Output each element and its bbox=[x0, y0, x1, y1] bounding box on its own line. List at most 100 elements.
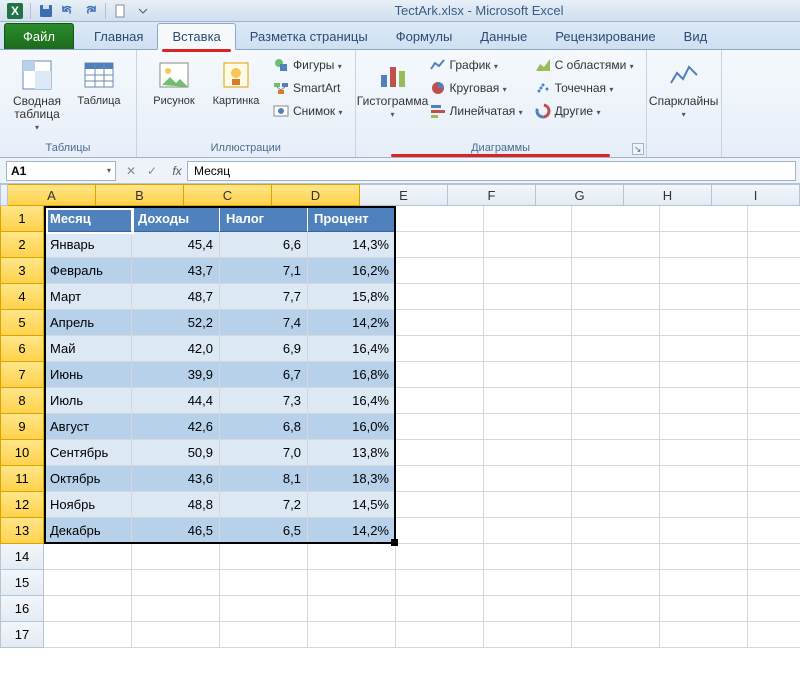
name-box[interactable]: A1 ▾ bbox=[6, 161, 116, 181]
row-header-9[interactable]: 9 bbox=[0, 414, 44, 440]
cell-E9[interactable] bbox=[396, 414, 484, 440]
column-header-F[interactable]: F bbox=[448, 184, 536, 206]
cancel-formula-icon[interactable]: ✕ bbox=[122, 162, 140, 180]
cell-H14[interactable] bbox=[660, 544, 748, 570]
cell-B14[interactable] bbox=[132, 544, 220, 570]
cell-G15[interactable] bbox=[572, 570, 660, 596]
cell-C14[interactable] bbox=[220, 544, 308, 570]
table-button[interactable]: Таблица bbox=[70, 54, 128, 124]
column-chart-button[interactable]: Гистограмма▾ bbox=[364, 54, 422, 124]
cell-I3[interactable] bbox=[748, 258, 800, 284]
cell-G8[interactable] bbox=[572, 388, 660, 414]
cell-C7[interactable]: 6,7 bbox=[220, 362, 308, 388]
cell-H9[interactable] bbox=[660, 414, 748, 440]
cell-D9[interactable]: 16,0% bbox=[308, 414, 396, 440]
cell-F11[interactable] bbox=[484, 466, 572, 492]
cell-C9[interactable]: 6,8 bbox=[220, 414, 308, 440]
enter-formula-icon[interactable]: ✓ bbox=[143, 162, 161, 180]
cell-A15[interactable] bbox=[44, 570, 132, 596]
cell-A1[interactable]: Месяц bbox=[44, 206, 132, 232]
cell-A2[interactable]: Январь bbox=[44, 232, 132, 258]
cell-F9[interactable] bbox=[484, 414, 572, 440]
cell-E16[interactable] bbox=[396, 596, 484, 622]
new-icon[interactable] bbox=[112, 2, 130, 20]
cell-D14[interactable] bbox=[308, 544, 396, 570]
cell-B3[interactable]: 43,7 bbox=[132, 258, 220, 284]
column-header-I[interactable]: I bbox=[712, 184, 800, 206]
row-header-16[interactable]: 16 bbox=[0, 596, 44, 622]
column-header-H[interactable]: H bbox=[624, 184, 712, 206]
row-header-13[interactable]: 13 bbox=[0, 518, 44, 544]
cell-H12[interactable] bbox=[660, 492, 748, 518]
name-box-dropdown-icon[interactable]: ▾ bbox=[107, 166, 111, 175]
cell-B8[interactable]: 44,4 bbox=[132, 388, 220, 414]
shapes-button[interactable]: Фигуры ▾ bbox=[269, 54, 347, 76]
charts-dialog-launcher[interactable]: ↘ bbox=[632, 143, 644, 155]
cell-D11[interactable]: 18,3% bbox=[308, 466, 396, 492]
cell-D10[interactable]: 13,8% bbox=[308, 440, 396, 466]
cell-F14[interactable] bbox=[484, 544, 572, 570]
row-header-11[interactable]: 11 bbox=[0, 466, 44, 492]
cell-B9[interactable]: 42,6 bbox=[132, 414, 220, 440]
cell-A8[interactable]: Июль bbox=[44, 388, 132, 414]
cell-H8[interactable] bbox=[660, 388, 748, 414]
cell-H13[interactable] bbox=[660, 518, 748, 544]
cell-D13[interactable]: 14,2% bbox=[308, 518, 396, 544]
cell-I10[interactable] bbox=[748, 440, 800, 466]
column-header-C[interactable]: C bbox=[184, 184, 272, 206]
column-header-G[interactable]: G bbox=[536, 184, 624, 206]
cell-I6[interactable] bbox=[748, 336, 800, 362]
cell-C11[interactable]: 8,1 bbox=[220, 466, 308, 492]
cell-F15[interactable] bbox=[484, 570, 572, 596]
cell-E10[interactable] bbox=[396, 440, 484, 466]
cell-I7[interactable] bbox=[748, 362, 800, 388]
cell-B4[interactable]: 48,7 bbox=[132, 284, 220, 310]
cell-G10[interactable] bbox=[572, 440, 660, 466]
cell-D1[interactable]: Процент bbox=[308, 206, 396, 232]
cell-C2[interactable]: 6,6 bbox=[220, 232, 308, 258]
cell-C6[interactable]: 6,9 bbox=[220, 336, 308, 362]
cell-E3[interactable] bbox=[396, 258, 484, 284]
smartart-button[interactable]: SmartArt bbox=[269, 77, 347, 99]
row-header-7[interactable]: 7 bbox=[0, 362, 44, 388]
cell-C13[interactable]: 6,5 bbox=[220, 518, 308, 544]
cell-E15[interactable] bbox=[396, 570, 484, 596]
cell-B15[interactable] bbox=[132, 570, 220, 596]
cell-F2[interactable] bbox=[484, 232, 572, 258]
cell-C10[interactable]: 7,0 bbox=[220, 440, 308, 466]
screenshot-button[interactable]: Снимок ▾ bbox=[269, 100, 347, 122]
cell-G16[interactable] bbox=[572, 596, 660, 622]
cell-I14[interactable] bbox=[748, 544, 800, 570]
cell-B2[interactable]: 45,4 bbox=[132, 232, 220, 258]
cell-F5[interactable] bbox=[484, 310, 572, 336]
cell-A11[interactable]: Октябрь bbox=[44, 466, 132, 492]
cell-E6[interactable] bbox=[396, 336, 484, 362]
cell-B17[interactable] bbox=[132, 622, 220, 648]
save-icon[interactable] bbox=[37, 2, 55, 20]
cell-F10[interactable] bbox=[484, 440, 572, 466]
cell-E11[interactable] bbox=[396, 466, 484, 492]
cell-A5[interactable]: Апрель bbox=[44, 310, 132, 336]
cell-B6[interactable]: 42,0 bbox=[132, 336, 220, 362]
formula-input[interactable]: Месяц bbox=[187, 161, 796, 181]
tab-insert[interactable]: Вставка bbox=[157, 23, 235, 50]
cell-I15[interactable] bbox=[748, 570, 800, 596]
cell-C4[interactable]: 7,7 bbox=[220, 284, 308, 310]
picture-button[interactable]: Рисунок bbox=[145, 54, 203, 124]
undo-icon[interactable] bbox=[59, 2, 77, 20]
cell-B11[interactable]: 43,6 bbox=[132, 466, 220, 492]
tab-data[interactable]: Данные bbox=[466, 24, 541, 49]
cell-A7[interactable]: Июнь bbox=[44, 362, 132, 388]
cell-A10[interactable]: Сентябрь bbox=[44, 440, 132, 466]
cell-A6[interactable]: Май bbox=[44, 336, 132, 362]
cell-I2[interactable] bbox=[748, 232, 800, 258]
tab-formulas[interactable]: Формулы bbox=[382, 24, 467, 49]
cell-A13[interactable]: Декабрь bbox=[44, 518, 132, 544]
cell-F7[interactable] bbox=[484, 362, 572, 388]
cell-D7[interactable]: 16,8% bbox=[308, 362, 396, 388]
pie-chart-button[interactable]: Круговая ▾ bbox=[426, 77, 527, 99]
cell-D4[interactable]: 15,8% bbox=[308, 284, 396, 310]
fx-icon[interactable]: fx bbox=[167, 164, 187, 178]
cell-I13[interactable] bbox=[748, 518, 800, 544]
scatter-chart-button[interactable]: Точечная ▾ bbox=[531, 77, 638, 99]
